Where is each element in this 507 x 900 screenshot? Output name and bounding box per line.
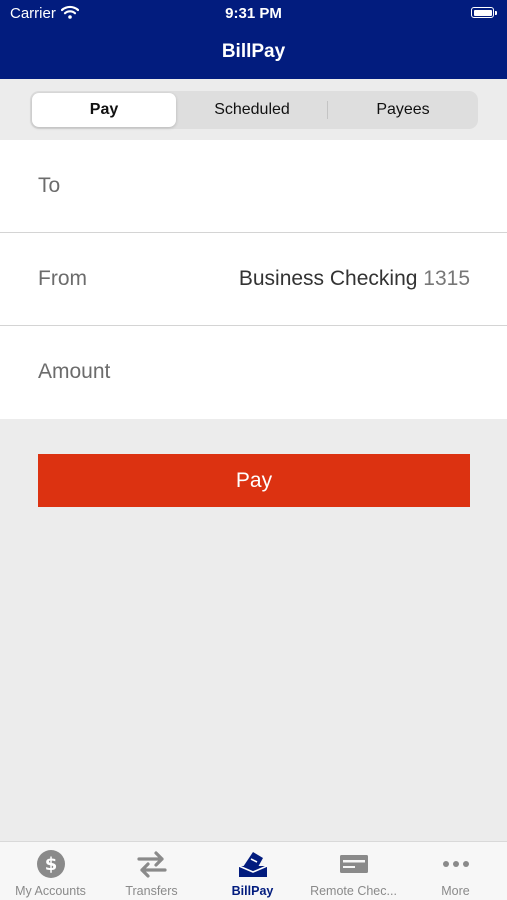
- from-account-number: 1315: [423, 267, 470, 290]
- status-bar: Carrier 9:31 PM: [0, 0, 507, 28]
- segmented-control: Pay Scheduled Payees: [30, 91, 478, 129]
- tab-transfers[interactable]: Transfers: [101, 842, 202, 900]
- amount-label: Amount: [38, 360, 111, 383]
- from-row[interactable]: From Business Checking 1315: [0, 233, 507, 326]
- segment-divider: [327, 101, 328, 119]
- tab-more-label: More: [441, 884, 470, 898]
- tab-more[interactable]: More: [404, 842, 507, 900]
- to-row[interactable]: To: [0, 140, 507, 233]
- battery-icon: [471, 7, 497, 18]
- segment-pay[interactable]: Pay: [32, 93, 176, 127]
- check-icon: [303, 849, 404, 879]
- svg-text:$: $: [44, 854, 57, 875]
- segment-area: Pay Scheduled Payees: [0, 79, 507, 140]
- tab-my-accounts-label: My Accounts: [15, 884, 86, 898]
- amount-row[interactable]: Amount: [0, 326, 507, 419]
- from-account-name: Business Checking: [238, 267, 418, 290]
- transfer-arrows-icon: [101, 849, 202, 879]
- tab-my-accounts[interactable]: $ My Accounts: [0, 842, 101, 900]
- pay-button[interactable]: Pay: [38, 454, 470, 507]
- navigation-header: Carrier 9:31 PM BillPay: [0, 0, 507, 79]
- from-label: From: [38, 267, 87, 290]
- from-account-value: Business Checking 1315: [239, 267, 470, 291]
- tab-remote-check-label: Remote Chec...: [310, 884, 397, 898]
- tab-billpay-label: BillPay: [231, 884, 274, 898]
- segment-scheduled[interactable]: Scheduled: [180, 93, 324, 127]
- status-time: 9:31 PM: [225, 5, 282, 22]
- to-label: To: [38, 174, 61, 197]
- payment-form: To From Business Checking 1315 Amount: [0, 140, 507, 419]
- tab-billpay[interactable]: BillPay: [202, 842, 303, 900]
- tab-remote-check[interactable]: Remote Chec...: [303, 842, 404, 900]
- page-title: BillPay: [221, 41, 286, 62]
- more-dots-icon: [404, 849, 507, 879]
- tab-transfers-label: Transfers: [125, 884, 178, 898]
- dollar-circle-icon: $: [0, 849, 101, 879]
- tab-bar: $ My Accounts Transfers BillPay Remote C…: [0, 841, 507, 900]
- billpay-icon: [202, 849, 303, 879]
- segment-payees[interactable]: Payees: [330, 93, 476, 127]
